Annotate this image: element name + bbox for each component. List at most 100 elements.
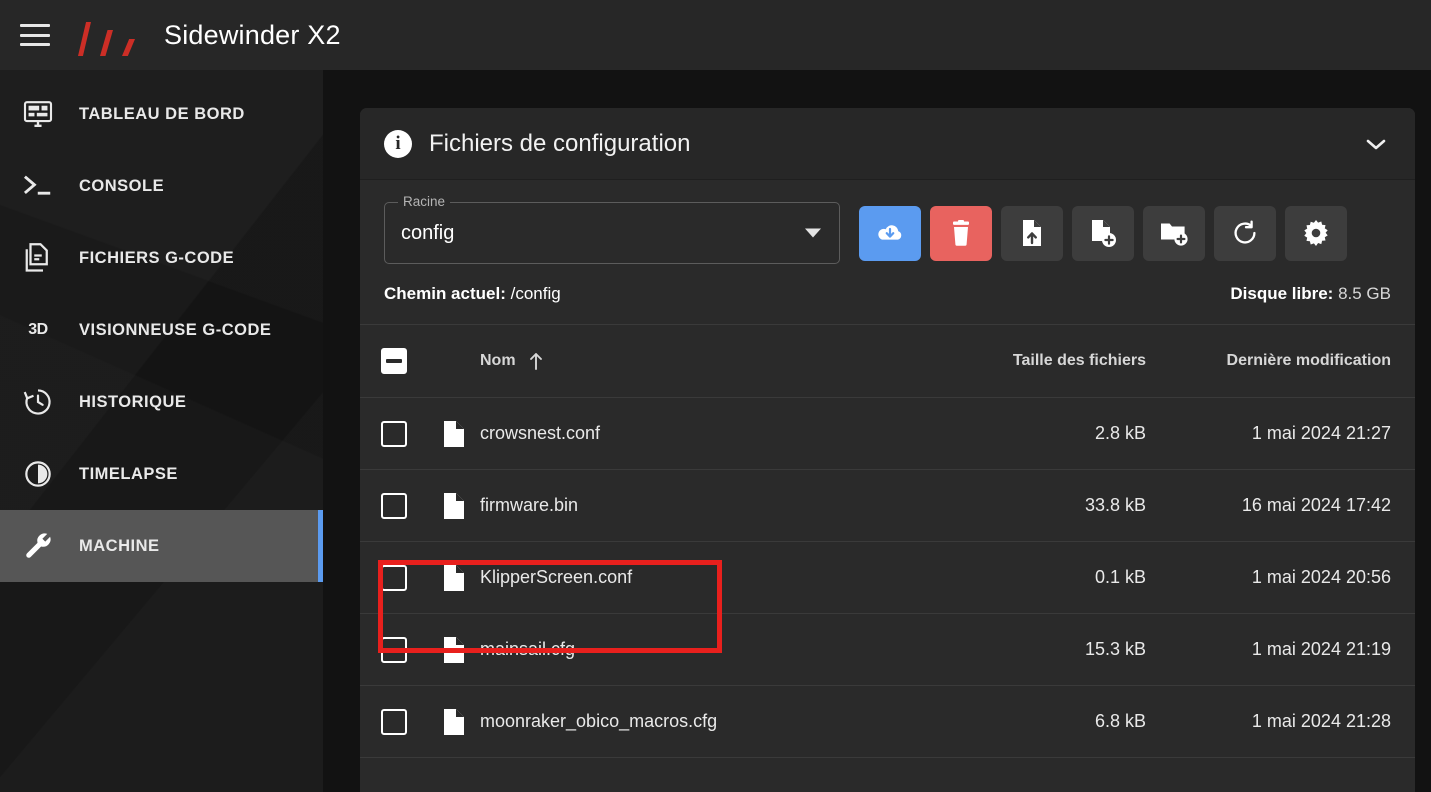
gear-icon: [1303, 220, 1329, 246]
sidebar-item-timelapse[interactable]: TIMELAPSE: [0, 438, 323, 510]
upload-file-button[interactable]: [1001, 205, 1063, 261]
card-header: i Fichiers de configuration: [360, 108, 1415, 180]
trash-icon: [949, 220, 973, 246]
root-select[interactable]: Racine config: [384, 194, 840, 264]
file-size: 2.8 kB: [1094, 423, 1146, 443]
timelapse-icon: [18, 457, 58, 491]
hamburger-menu-icon[interactable]: [20, 24, 50, 46]
file-upload-icon: [1020, 219, 1044, 247]
file-modified: 1 mai 2024 21:19: [1251, 639, 1391, 659]
file-name[interactable]: moonraker_obico_macros.cfg: [480, 711, 916, 732]
file-icon: [428, 636, 480, 664]
column-header-modified[interactable]: Dernière modification: [1146, 352, 1391, 370]
column-header-name[interactable]: Nom: [480, 351, 916, 371]
refresh-icon: [1232, 220, 1258, 246]
file-icon: [428, 420, 480, 448]
sidebar-item-label: TIMELAPSE: [79, 464, 178, 483]
history-icon: [18, 385, 58, 419]
file-table: Nom Taille des fichiers Dernière modific…: [360, 324, 1415, 758]
select-all-cell: [360, 348, 428, 374]
dropdown-arrow-icon[interactable]: [805, 228, 821, 238]
settings-button[interactable]: [1285, 205, 1347, 261]
toolbar-buttons: [859, 205, 1347, 261]
file-size: 15.3 kB: [1084, 639, 1146, 659]
sidebar-item-console[interactable]: CONSOLE: [0, 150, 323, 222]
sidebar: TABLEAU DE BORD CONSOLE FICHIERS G-CODE …: [0, 70, 323, 792]
root-select-value: config: [401, 221, 455, 244]
new-file-button[interactable]: [1072, 205, 1134, 261]
file-icon: [428, 708, 480, 736]
sidebar-item-tableau-de-bord[interactable]: TABLEAU DE BORD: [0, 78, 323, 150]
root-select-label: Racine: [398, 194, 451, 209]
info-icon: i: [384, 129, 412, 158]
free-disk-label: Disque libre:: [1230, 284, 1334, 303]
row-checkbox-cell: [360, 564, 428, 591]
cloud-download-icon: [876, 221, 904, 245]
files-icon: [18, 241, 58, 275]
free-disk-value: 8.5 GB: [1338, 284, 1391, 303]
row-checkbox[interactable]: [381, 708, 407, 735]
sidebar-item-label: HISTORIQUE: [79, 392, 187, 411]
artillery-logo-icon: [78, 14, 144, 56]
sidebar-item-historique[interactable]: HISTORIQUE: [0, 366, 323, 438]
free-disk: Disque libre: 8.5 GB: [1230, 284, 1391, 304]
file-name[interactable]: mainsail.cfg: [480, 639, 916, 660]
folder-plus-icon: [1160, 220, 1188, 246]
table-row[interactable]: crowsnest.conf 2.8 kB 1 mai 2024 21:27: [360, 398, 1415, 470]
current-path-value: /config: [510, 284, 561, 303]
table-row[interactable]: mainsail.cfg 15.3 kB 1 mai 2024 21:19: [360, 614, 1415, 686]
app-title: Sidewinder X2: [164, 19, 341, 50]
delete-button[interactable]: [930, 205, 992, 261]
file-name[interactable]: crowsnest.conf: [480, 423, 916, 444]
row-checkbox-cell: [360, 492, 428, 519]
chevron-down-icon[interactable]: [1359, 127, 1393, 161]
row-checkbox[interactable]: [381, 420, 407, 447]
row-checkbox-cell: [360, 420, 428, 447]
sidebar-item-fichiers-g-code[interactable]: FICHIERS G-CODE: [0, 222, 323, 294]
card-title: Fichiers de configuration: [429, 129, 691, 157]
console-icon: [18, 169, 58, 203]
row-checkbox[interactable]: [381, 636, 407, 663]
sidebar-item-label: TABLEAU DE BORD: [79, 104, 245, 123]
sidebar-item-label: CONSOLE: [79, 176, 165, 195]
file-name[interactable]: KlipperScreen.conf: [480, 567, 916, 588]
wrench-icon: [18, 529, 58, 563]
column-header-name-label: Nom: [480, 352, 516, 369]
sort-ascending-arrow-icon[interactable]: [528, 351, 544, 371]
table-row[interactable]: firmware.bin 33.8 kB 16 mai 2024 17:42: [360, 470, 1415, 542]
refresh-button[interactable]: [1214, 205, 1276, 261]
file-name[interactable]: firmware.bin: [480, 495, 916, 516]
column-header-size[interactable]: Taille des fichiers: [916, 352, 1146, 370]
table-row[interactable]: moonraker_obico_macros.cfg 6.8 kB 1 mai …: [360, 686, 1415, 758]
file-size: 6.8 kB: [1094, 711, 1146, 731]
sidebar-item-machine[interactable]: MACHINE: [0, 510, 323, 582]
sidebar-item-label: MACHINE: [79, 536, 160, 555]
3d-icon: 3D: [28, 321, 48, 338]
table-row[interactable]: KlipperScreen.conf 0.1 kB 1 mai 2024 20:…: [360, 542, 1415, 614]
config-files-card: i Fichiers de configuration Racine confi…: [360, 108, 1415, 792]
sidebar-item-visionneuse-g-code[interactable]: 3D VISIONNEUSE G-CODE: [0, 294, 323, 366]
file-size: 33.8 kB: [1084, 495, 1146, 515]
current-path: Chemin actuel: /config: [384, 284, 561, 304]
select-all-checkbox[interactable]: [381, 348, 407, 374]
main-content: i Fichiers de configuration Racine confi…: [323, 70, 1431, 792]
row-checkbox-cell: [360, 636, 428, 663]
row-checkbox[interactable]: [381, 564, 407, 591]
toolbar: Racine config: [360, 180, 1415, 276]
file-icon: [428, 492, 480, 520]
file-plus-icon: [1090, 219, 1116, 247]
row-checkbox-cell: [360, 708, 428, 735]
file-icon: [428, 564, 480, 592]
row-checkbox[interactable]: [381, 492, 407, 519]
new-folder-button[interactable]: [1143, 205, 1205, 261]
file-size: 0.1 kB: [1094, 567, 1146, 587]
current-path-label: Chemin actuel:: [384, 284, 506, 303]
app-bar: Sidewinder X2: [0, 0, 1431, 70]
dashboard-icon: [18, 97, 58, 131]
file-modified: 1 mai 2024 20:56: [1251, 567, 1391, 587]
download-button[interactable]: [859, 205, 921, 261]
sidebar-item-label: VISIONNEUSE G-CODE: [79, 320, 272, 339]
file-modified: 16 mai 2024 17:42: [1241, 495, 1391, 515]
file-modified: 1 mai 2024 21:28: [1251, 711, 1391, 731]
sidebar-nav: TABLEAU DE BORD CONSOLE FICHIERS G-CODE …: [0, 70, 323, 582]
